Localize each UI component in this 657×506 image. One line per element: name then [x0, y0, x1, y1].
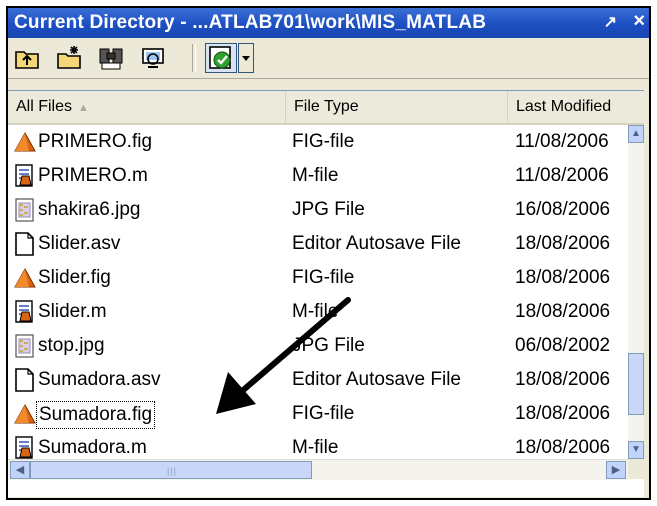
file-type: Editor Autosave File [292, 233, 461, 254]
file-type: M-file [292, 301, 339, 322]
up-folder-icon[interactable] [14, 45, 40, 71]
column-header-file-type-label: File Type [294, 98, 359, 115]
new-folder-icon[interactable] [56, 45, 82, 71]
title-bar: Current Directory - ...ATLAB701\work\MIS… [8, 8, 649, 38]
file-type: FIG-file [292, 131, 355, 152]
file-modified: 06/08/2002 [515, 335, 611, 356]
scroll-up-icon[interactable]: ▲ [628, 125, 644, 143]
horizontal-scroll-thumb[interactable]: ||| [30, 461, 312, 479]
file-row[interactable]: Sumadora.m M-file 18/08/2006 [8, 431, 628, 459]
file-modified: 18/08/2006 [515, 267, 611, 288]
scroll-down-icon[interactable]: ▼ [628, 441, 644, 459]
column-header-row: All Files ▲ File Type Last Modified [8, 91, 644, 125]
image-icon [14, 198, 36, 222]
column-header-last-modified[interactable]: Last Modified [508, 91, 644, 123]
file-name: Sumadora.m [38, 437, 147, 458]
file-rows: PRIMERO.fig FIG-file 11/08/2006 PRIMERO.m M-… [8, 125, 628, 459]
fig-icon [14, 266, 36, 290]
document-icon [14, 368, 36, 392]
file-modified: 11/08/2006 [515, 165, 609, 186]
horizontal-scrollbar[interactable]: ◀ ||| ▶ [8, 459, 628, 480]
file-row[interactable]: Slider.fig FIG-file 18/08/2006 [8, 261, 628, 295]
file-row[interactable]: Sumadora.fig FIG-file 18/08/2006 [8, 397, 628, 431]
file-type: JPG File [292, 335, 365, 356]
file-type: M-file [292, 437, 339, 458]
scroll-left-icon[interactable]: ◀ [10, 461, 30, 479]
file-type: JPG File [292, 199, 365, 220]
column-header-file-type[interactable]: File Type [286, 91, 508, 123]
file-row[interactable]: Sumadora.asv Editor Autosave File 18/08/20… [8, 363, 628, 397]
mfile-icon [14, 300, 36, 324]
column-header-all-files[interactable]: All Files ▲ [8, 91, 286, 123]
file-modified: 18/08/2006 [515, 437, 611, 458]
file-type: FIG-file [292, 267, 355, 288]
file-name: Slider.asv [38, 233, 121, 254]
file-row[interactable]: PRIMERO.fig FIG-file 11/08/2006 [8, 125, 628, 159]
scrollbar-corner [628, 459, 644, 479]
column-header-last-modified-label: Last Modified [516, 98, 612, 115]
file-row[interactable]: Slider.asv Editor Autosave File 18/08/2006 [8, 227, 628, 261]
file-modified: 18/08/2006 [515, 301, 611, 322]
dropdown-arrow-icon[interactable] [238, 43, 254, 73]
mfile-icon [14, 164, 36, 188]
file-modified: 18/08/2006 [515, 369, 611, 390]
file-name: stop.jpg [38, 335, 105, 356]
mfile-icon [14, 436, 36, 459]
scroll-right-icon[interactable]: ▶ [606, 461, 626, 479]
column-header-all-files-label: All Files [16, 98, 73, 115]
file-name: PRIMERO.fig [38, 131, 153, 152]
scroll-grip-icon: ||| [167, 466, 178, 476]
file-name: shakira6.jpg [38, 199, 141, 220]
window-title: Current Directory - ...ATLAB701\work\MIS… [14, 12, 487, 33]
file-row[interactable]: PRIMERO.m M-file 11/08/2006 [8, 159, 628, 193]
image-icon [14, 334, 36, 358]
file-modified: 18/08/2006 [515, 403, 611, 424]
file-name: Slider.fig [38, 267, 111, 288]
file-list: All Files ▲ File Type Last Modified PRIME… [8, 90, 644, 497]
visual-directory-icon[interactable] [140, 45, 166, 71]
close-icon[interactable]: × [633, 10, 645, 33]
undock-icon[interactable]: ↗ [604, 12, 617, 32]
file-name: Slider.m [38, 301, 107, 322]
document-icon [14, 232, 36, 256]
file-type: Editor Autosave File [292, 369, 461, 390]
sort-ascending-icon: ▲ [78, 102, 89, 114]
file-modified: 18/08/2006 [515, 233, 611, 254]
file-row[interactable]: stop.jpg JPG File 06/08/2002 [8, 329, 628, 363]
fig-icon [14, 402, 36, 426]
current-directory-window: Current Directory - ...ATLAB701\work\MIS… [6, 6, 651, 500]
file-row[interactable]: Slider.m M-file 18/08/2006 [8, 295, 628, 329]
find-files-icon[interactable] [98, 45, 124, 71]
file-modified: 11/08/2006 [515, 131, 609, 152]
file-modified: 16/08/2006 [515, 199, 611, 220]
file-name: Sumadora.fig [36, 401, 156, 429]
toolbar [8, 38, 649, 79]
file-name: Sumadora.asv [38, 369, 161, 390]
file-type: FIG-file [292, 403, 355, 424]
file-row[interactable]: shakira6.jpg JPG File 16/08/2006 [8, 193, 628, 227]
vertical-scroll-thumb[interactable] [628, 353, 644, 415]
check-icon[interactable] [205, 43, 237, 73]
file-type: M-file [292, 165, 339, 186]
file-name: PRIMERO.m [38, 165, 148, 186]
vertical-scrollbar[interactable]: ▲ ▼ [628, 125, 644, 459]
fig-icon [14, 130, 36, 154]
toolbar-separator [192, 44, 196, 72]
